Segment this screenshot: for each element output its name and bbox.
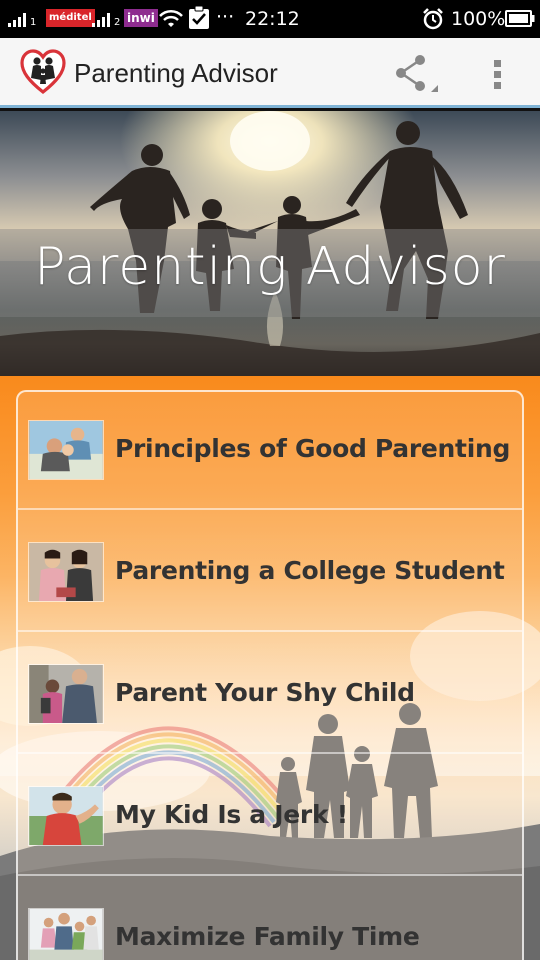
wifi-icon (159, 9, 183, 27)
app-title: Parenting Advisor (74, 58, 278, 88)
carrier-2-badge: inwi (124, 9, 158, 27)
content-area: Principles of Good Parenting Parenting a… (0, 376, 540, 960)
list-item-label: Principles of Good Parenting (115, 434, 511, 463)
hero-title: Parenting Advisor (34, 237, 506, 297)
list-item-parenting-a-college-student[interactable]: Parenting a College Student (18, 512, 522, 632)
list-item-label: Parent Your Shy Child (115, 678, 415, 707)
list-item-maximize-family-time[interactable]: Maximize Family Time (18, 878, 522, 960)
list-item-my-kid-is-a-jerk[interactable]: My Kid Is a Jerk ! (18, 756, 522, 876)
carrier-1-badge: méditel (46, 9, 95, 27)
thumbnail-parenting-a-college-student (28, 542, 104, 602)
sim-2-indicator: 2 (114, 17, 121, 28)
battery-icon (505, 10, 535, 27)
thumbnail-principles-of-good-parenting (28, 420, 104, 480)
overflow-menu-icon[interactable] (478, 50, 518, 96)
clipboard-check-icon (189, 6, 209, 29)
signal-icon (92, 13, 110, 27)
list-item-label: My Kid Is a Jerk ! (115, 800, 348, 829)
thumbnail-my-kid-is-a-jerk (28, 786, 104, 846)
thumbnail-maximize-family-time (28, 908, 104, 960)
share-icon[interactable] (386, 50, 440, 96)
alarm-icon (423, 8, 443, 30)
app-logo-icon[interactable] (19, 48, 67, 96)
list-item-label: Parenting a College Student (115, 556, 505, 585)
list-item-principles-of-good-parenting[interactable]: Principles of Good Parenting (18, 390, 522, 510)
status-bar: 1 méditel 2 inwi ··· 22:12 100% (0, 0, 540, 38)
list-item-label: Maximize Family Time (115, 922, 420, 951)
hero-banner: Parenting Advisor (0, 111, 540, 376)
clock: 22:12 (245, 8, 300, 30)
app-bar: Parenting Advisor (0, 38, 540, 108)
signal-icon (8, 13, 26, 27)
thumbnail-parent-your-shy-child (28, 664, 104, 724)
more-notifications: ··· (216, 6, 235, 28)
battery-percent: 100% (451, 8, 506, 30)
sim-1-indicator: 1 (30, 17, 37, 28)
list-item-parent-your-shy-child[interactable]: Parent Your Shy Child (18, 634, 522, 754)
